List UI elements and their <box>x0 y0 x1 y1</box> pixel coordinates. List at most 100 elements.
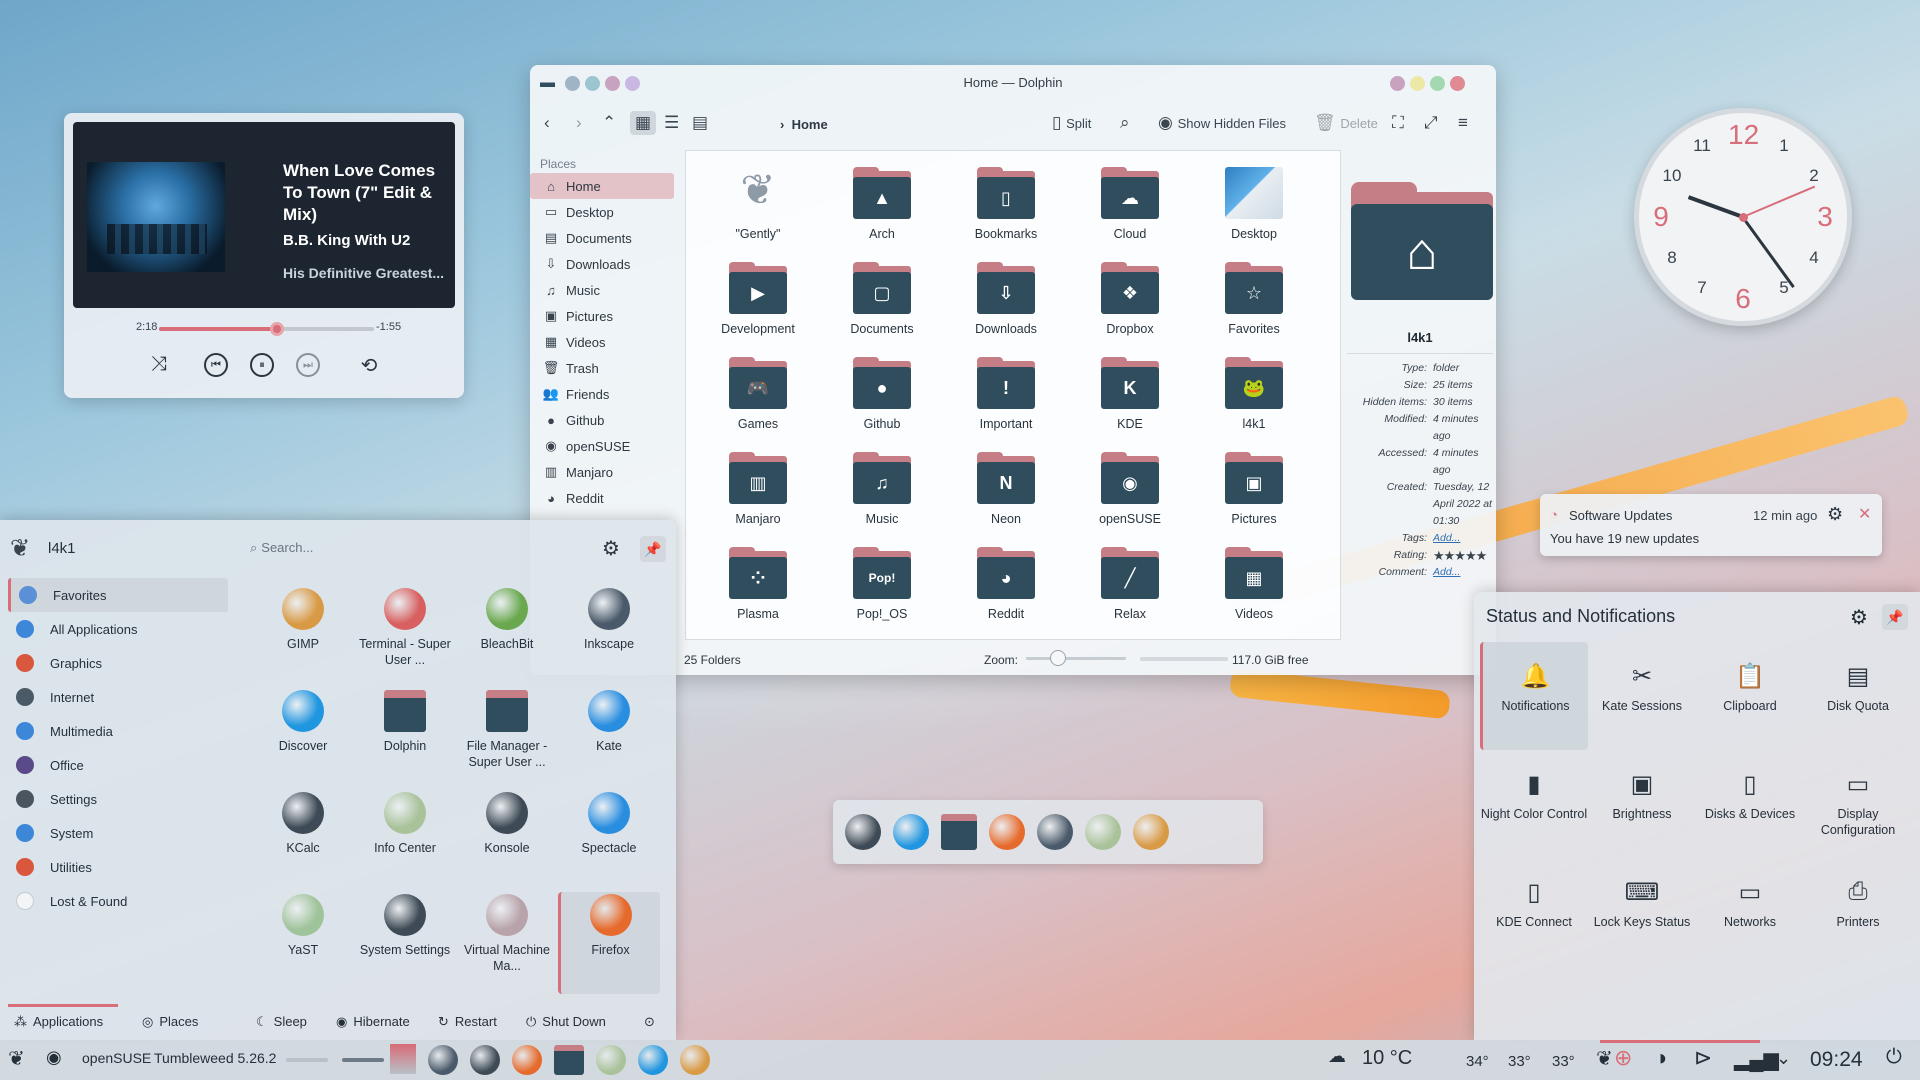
file-item[interactable]: ⁘ Plasma <box>696 541 820 636</box>
places-item[interactable]: ♫ Music <box>530 277 674 303</box>
file-item[interactable]: ● Github <box>820 351 944 446</box>
next-button[interactable]: ⏭ <box>296 353 322 377</box>
tray-expand-chevron-icon[interactable]: ⌄ <box>1776 1048 1791 1069</box>
window-maximize-button[interactable] <box>1430 76 1445 91</box>
places-item[interactable]: ⇩ Downloads <box>530 251 674 277</box>
tab-applications[interactable]: ⁂ Applications <box>14 1014 103 1030</box>
app-item[interactable]: File Manager - Super User ... <box>456 688 558 790</box>
pager-desktop-2[interactable] <box>342 1058 384 1062</box>
icons-view-button[interactable]: ▦ <box>630 111 657 135</box>
app-item[interactable]: Info Center <box>354 790 456 892</box>
app-item[interactable]: System Settings <box>354 892 456 994</box>
file-item[interactable]: Desktop <box>1192 161 1316 256</box>
places-item[interactable]: 🗑 Trash <box>530 355 674 381</box>
hibernate-button[interactable]: ◉ Hibernate <box>336 1014 410 1030</box>
category-item[interactable]: Office <box>8 748 228 782</box>
window-minimize-button[interactable] <box>1410 76 1425 91</box>
firefox-icon[interactable] <box>512 1045 542 1075</box>
media-play-icon[interactable]: ⊳ <box>1694 1045 1712 1071</box>
places-item[interactable]: 👥 Friends <box>530 381 674 407</box>
system-settings-icon[interactable] <box>470 1045 500 1075</box>
tray-item[interactable]: 📋 Clipboard <box>1696 642 1804 750</box>
app-item[interactable]: Dolphin <box>354 688 456 790</box>
window-keep-above-button[interactable] <box>1390 76 1405 91</box>
tray-item[interactable]: ⌨ Lock Keys Status <box>1588 858 1696 966</box>
app-item[interactable]: YaST <box>252 892 354 994</box>
notification-settings-gear-icon[interactable]: ⚙ <box>1827 504 1843 525</box>
info-center-icon[interactable] <box>1085 814 1121 850</box>
pause-button[interactable]: ⏸ <box>250 353 276 377</box>
window-close-button[interactable] <box>1450 76 1465 91</box>
restart-button[interactable]: ↻ Restart <box>438 1014 497 1030</box>
places-item[interactable]: ◕ Reddit <box>530 485 674 511</box>
inkscape-icon[interactable] <box>1037 814 1073 850</box>
file-item[interactable]: Pop! Pop!_OS <box>820 541 944 636</box>
file-item[interactable]: ◕ Reddit <box>944 541 1068 636</box>
app-item[interactable]: Firefox <box>558 892 660 994</box>
places-item[interactable]: ▣ Pictures <box>530 303 674 329</box>
zoom-slider[interactable] <box>1026 657 1126 660</box>
file-item[interactable]: ▢ Documents <box>820 256 944 351</box>
app-item[interactable]: GIMP <box>252 586 354 688</box>
breadcrumb-home[interactable]: Home <box>792 117 828 132</box>
add-link[interactable]: Add... <box>1433 564 1493 581</box>
delete-button[interactable]: 🗑 Delete <box>1314 111 1378 135</box>
tray-opensuse-icon[interactable]: ❦ <box>1596 1046 1613 1071</box>
tray-item[interactable]: ▭ Networks <box>1696 858 1804 966</box>
digital-clock[interactable]: 09:24 <box>1810 1048 1863 1072</box>
category-item[interactable]: Graphics <box>8 646 228 680</box>
shutdown-button[interactable]: ⏻ Shut Down <box>526 1014 606 1030</box>
file-item[interactable]: K KDE <box>1068 351 1192 446</box>
tray-item[interactable]: ▯ Disks & Devices <box>1696 750 1804 858</box>
rating-stars[interactable]: ★★★★★ <box>1433 547 1493 564</box>
tray-item[interactable]: ▤ Disk Quota <box>1804 642 1912 750</box>
category-item[interactable]: Settings <box>8 782 228 816</box>
weather-temperature[interactable]: 10 °C <box>1362 1047 1412 1070</box>
tray-item[interactable]: 🔔 Notifications <box>1480 642 1588 750</box>
file-view[interactable]: ❦ "Gently" ▲ Arch ▯ Bookmarks ☁ Cloud Desktop ▶ De… <box>685 150 1341 640</box>
add-link[interactable]: Add... <box>1433 530 1493 547</box>
places-item[interactable]: ▭ Desktop <box>530 199 674 225</box>
places-item[interactable]: ▥ Manjaro <box>530 459 674 485</box>
launcher-settings-gear-icon[interactable]: ⚙ <box>602 536 620 561</box>
tab-places[interactable]: ◎ Places <box>142 1014 198 1030</box>
tray-item[interactable]: ⎙ Printers <box>1804 858 1912 966</box>
category-item[interactable]: Multimedia <box>8 714 228 748</box>
gimp-icon[interactable] <box>1133 814 1169 850</box>
file-item[interactable]: ❖ Dropbox <box>1068 256 1192 351</box>
tray-item[interactable]: ▭ Display Configuration <box>1804 750 1912 858</box>
file-item[interactable]: 🎮 Games <box>696 351 820 446</box>
app-item[interactable]: Spectacle <box>558 790 660 892</box>
compact-view-button[interactable]: ☰ <box>664 111 679 135</box>
search-button[interactable]: ⌕ <box>1120 111 1130 135</box>
file-item[interactable]: ▶ Development <box>696 256 820 351</box>
notification-close-icon[interactable]: ✕ <box>1858 504 1871 524</box>
sleep-button[interactable]: ☾ Sleep <box>256 1014 307 1030</box>
launcher-pin-icon[interactable]: 📌 <box>640 536 666 562</box>
file-item[interactable]: ☆ Favorites <box>1192 256 1316 351</box>
discover-icon[interactable] <box>893 814 929 850</box>
places-item[interactable]: ● Github <box>530 407 674 433</box>
category-item[interactable]: All Applications <box>8 612 228 646</box>
update-available-icon[interactable]: ⊕ <box>1614 1045 1632 1071</box>
app-item[interactable]: Virtual Machine Ma... <box>456 892 558 994</box>
seek-handle[interactable] <box>270 322 285 336</box>
back-button[interactable]: ‹ <box>544 111 550 135</box>
tray-item[interactable]: ▣ Brightness <box>1588 750 1696 858</box>
file-item[interactable]: N Neon <box>944 446 1068 541</box>
dolphin-icon[interactable] <box>554 1045 584 1075</box>
file-item[interactable]: 🐸 l4k1 <box>1192 351 1316 446</box>
file-item[interactable]: ⇩ Downloads <box>944 256 1068 351</box>
app-item[interactable]: Terminal - Super User ... <box>354 586 456 688</box>
forward-button[interactable]: › <box>576 111 582 135</box>
file-item[interactable]: ◉ openSUSE <box>1068 446 1192 541</box>
tray-item[interactable]: ▯ KDE Connect <box>1480 858 1588 966</box>
file-item[interactable]: ☁ Cloud <box>1068 161 1192 256</box>
file-item[interactable]: ╱ Relax <box>1068 541 1192 636</box>
up-button[interactable]: ⌃ <box>602 111 616 135</box>
app-item[interactable]: Discover <box>252 688 354 790</box>
file-item[interactable]: ❦ "Gently" <box>696 161 820 256</box>
shuffle-button[interactable]: ⤨ <box>146 353 172 376</box>
previous-button[interactable]: ⏮ <box>204 353 230 377</box>
breadcrumb[interactable]: › Home <box>780 117 828 132</box>
